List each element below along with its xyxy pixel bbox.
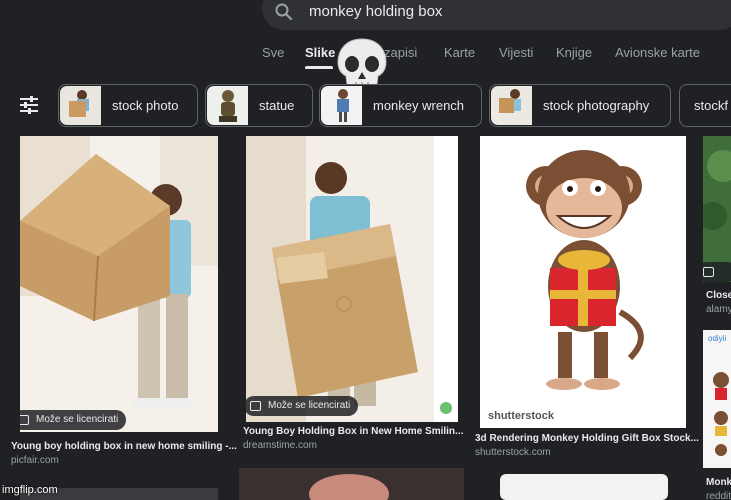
watermark: imgflip.com bbox=[2, 484, 58, 496]
chip-thumbnail bbox=[60, 86, 101, 125]
license-badge: Može se licencirati bbox=[20, 410, 127, 430]
close-photo bbox=[703, 136, 731, 282]
tab-books[interactable]: Knjige bbox=[556, 45, 592, 60]
result-image-monkey-gift[interactable]: shutterstock bbox=[480, 136, 686, 428]
brand-watermark: odiyii bbox=[708, 334, 727, 343]
result-image-boy-box-home[interactable]: Može se licencirati bbox=[246, 136, 458, 422]
result-title[interactable]: Close bbox=[706, 290, 731, 301]
result-source[interactable]: shutterstock.com bbox=[475, 447, 551, 458]
tab-images[interactable]: Slike bbox=[305, 45, 335, 60]
result-title[interactable]: 3d Rendering Monkey Holding Gift Box Sto… bbox=[475, 433, 699, 444]
result-source[interactable]: alamy bbox=[706, 304, 731, 315]
chip-label: monkey wrench bbox=[373, 98, 465, 113]
result-source[interactable]: picfair.com bbox=[11, 455, 59, 466]
result-image-bottom-2[interactable] bbox=[239, 468, 464, 500]
result-source[interactable]: reddit bbox=[706, 491, 731, 500]
brand-watermark: shutterstock bbox=[488, 410, 555, 422]
chip-stock-photo[interactable]: stock photo bbox=[58, 84, 198, 127]
chip-stock-photography[interactable]: stock photography bbox=[489, 84, 671, 127]
chip-statue[interactable]: statue bbox=[205, 84, 313, 127]
monkey-gift-photo bbox=[480, 136, 686, 428]
license-badge: Može se licencirati bbox=[246, 396, 359, 416]
tab-news[interactable]: Vijesti bbox=[499, 45, 533, 60]
result-source[interactable]: dreamstime.com bbox=[243, 440, 317, 451]
result-image-close[interactable] bbox=[703, 136, 731, 282]
result-image-monk[interactable]: odiyii bbox=[703, 330, 731, 468]
chip-thumbnail bbox=[207, 86, 248, 125]
license-icon bbox=[703, 267, 714, 277]
chip-thumbnail bbox=[321, 86, 362, 125]
result-title[interactable]: Young Boy Holding Box in New Home Smilin… bbox=[243, 426, 463, 437]
bottom-2-photo bbox=[239, 468, 464, 500]
tab-flights[interactable]: Avionske karte bbox=[615, 45, 700, 60]
monk-photo bbox=[703, 330, 731, 468]
license-icon bbox=[20, 415, 29, 425]
tune-icon[interactable] bbox=[19, 96, 39, 114]
chip-label: stockf bbox=[694, 98, 728, 113]
result-title[interactable]: Young boy holding box in new home smilin… bbox=[11, 441, 237, 452]
chip-thumbnail bbox=[491, 86, 532, 125]
chip-label: stock photo bbox=[112, 98, 179, 113]
search-input[interactable]: monkey holding box bbox=[309, 3, 442, 20]
boy-with-box-photo bbox=[20, 136, 218, 432]
chip-label: stock photography bbox=[543, 98, 650, 113]
chip-monkey-wrench[interactable]: monkey wrench bbox=[319, 84, 482, 127]
boy-box-home-photo bbox=[246, 136, 458, 422]
license-badge bbox=[703, 262, 731, 282]
chip-label: statue bbox=[259, 98, 295, 113]
result-title[interactable]: Monk bbox=[706, 477, 731, 488]
active-tab-indicator bbox=[305, 66, 333, 69]
license-icon bbox=[250, 401, 261, 411]
result-image-boy-with-box[interactable]: Može se licencirati bbox=[20, 136, 218, 432]
search-icon[interactable] bbox=[274, 2, 294, 22]
chip-stockf[interactable]: stockf bbox=[679, 84, 731, 127]
result-image-bottom-3[interactable] bbox=[500, 474, 668, 500]
tab-all[interactable]: Sve bbox=[262, 45, 284, 60]
tab-maps[interactable]: Karte bbox=[444, 45, 475, 60]
